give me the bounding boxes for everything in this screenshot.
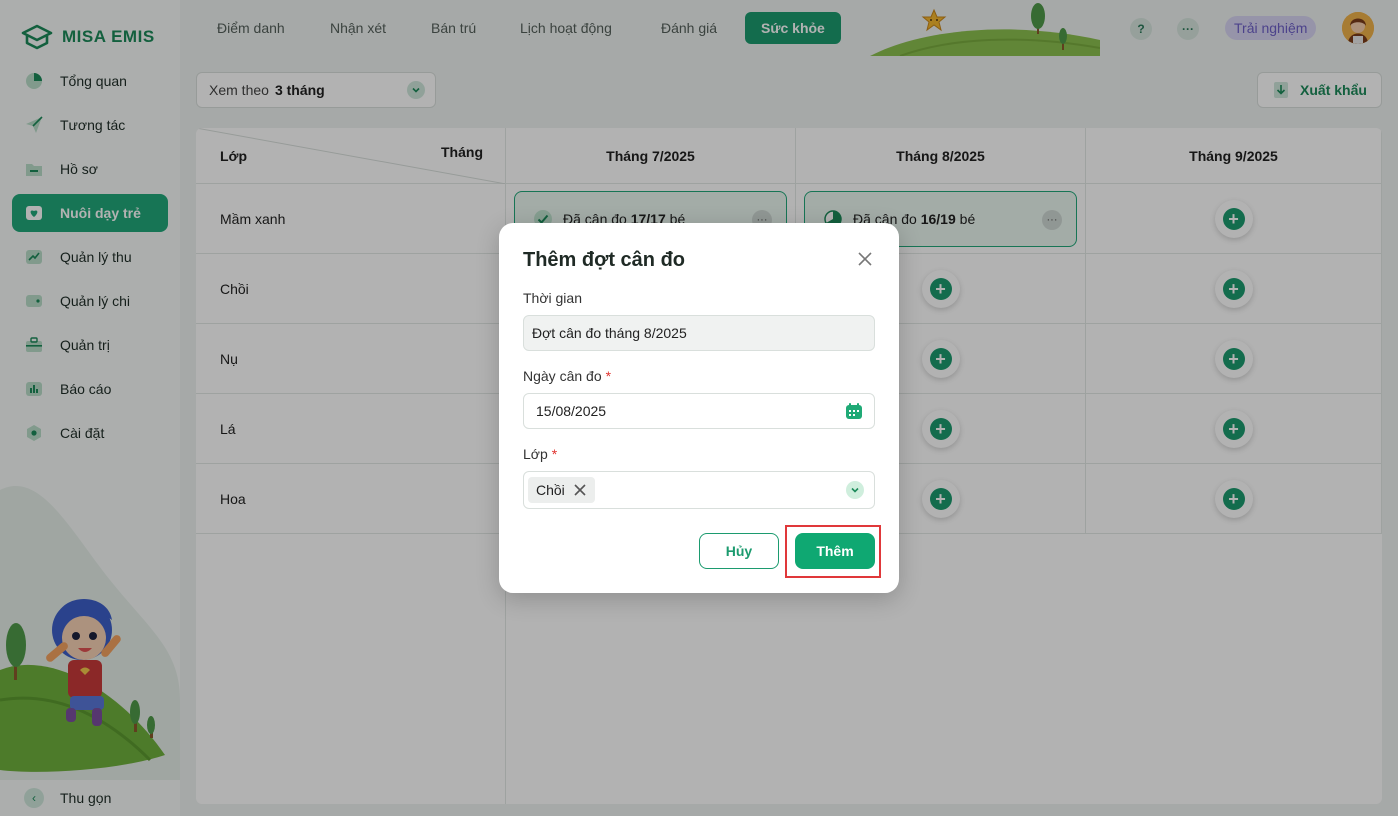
- chevron-down-icon[interactable]: [846, 481, 864, 499]
- remove-chip-icon[interactable]: [573, 483, 587, 497]
- cancel-button[interactable]: Hủy: [699, 533, 779, 569]
- highlight-box: [785, 525, 881, 578]
- class-label-text: Lớp: [523, 446, 548, 462]
- date-label-text: Ngày cân đo: [523, 368, 602, 384]
- class-chip-label: Chồi: [536, 482, 565, 498]
- cancel-label: Hủy: [725, 543, 753, 559]
- class-multiselect[interactable]: Chồi: [523, 471, 875, 509]
- date-label: Ngày cân đo *: [523, 368, 611, 384]
- required-mark: *: [551, 446, 558, 462]
- time-value: Đợt cân đo tháng 8/2025: [532, 325, 687, 341]
- required-mark: *: [605, 368, 612, 384]
- class-chip: Chồi: [528, 477, 595, 503]
- date-value: 15/08/2025: [536, 403, 607, 419]
- time-field[interactable]: Đợt cân đo tháng 8/2025: [523, 315, 875, 351]
- dialog-title: Thêm đợt cân đo: [523, 249, 686, 271]
- time-label: Thời gian: [523, 290, 582, 306]
- time-label-text: Thời gian: [523, 290, 582, 306]
- class-label: Lớp *: [523, 446, 557, 462]
- date-field[interactable]: 15/08/2025: [523, 393, 875, 429]
- calendar-icon[interactable]: [844, 401, 864, 421]
- close-icon[interactable]: [855, 249, 875, 269]
